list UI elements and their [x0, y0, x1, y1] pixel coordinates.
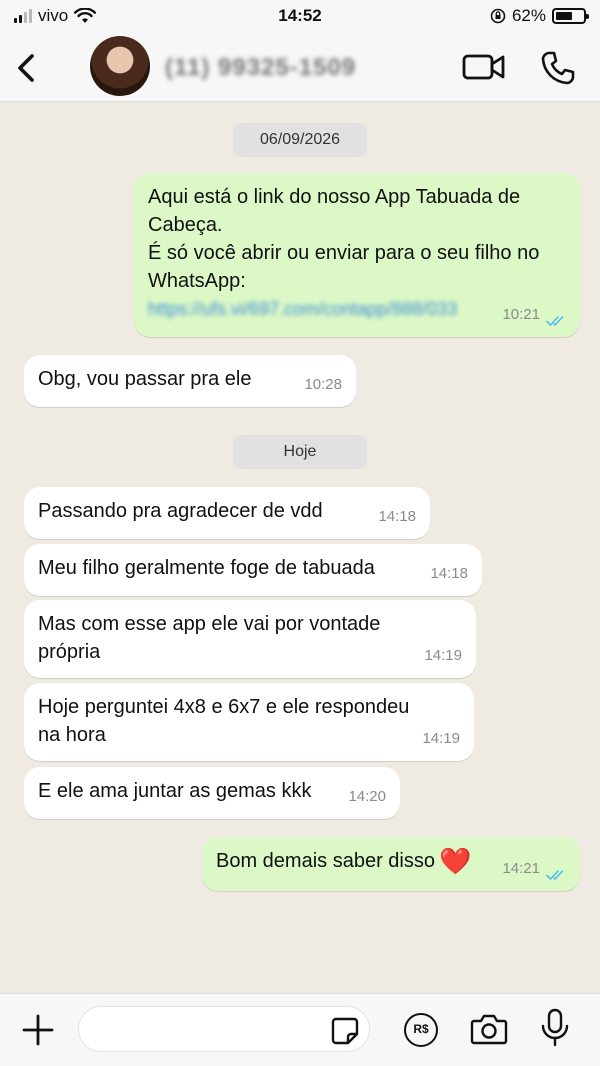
- back-icon[interactable]: [10, 48, 44, 88]
- message-bubble-in[interactable]: Meu filho geralmente foge de tabuada 14:…: [24, 544, 482, 596]
- orientation-lock-icon: [490, 8, 506, 24]
- battery-percent: 62%: [511, 6, 546, 25]
- message-line: Aqui está o link do nosso App Tabuada de: [148, 186, 521, 208]
- message-line: WhatsApp:: [148, 270, 246, 292]
- message-text: Passando pra agradecer de vdd: [38, 500, 323, 522]
- message-bubble-in[interactable]: Obg, vou passar pra ele 10:28: [24, 355, 356, 407]
- plus-icon[interactable]: [22, 1014, 54, 1046]
- message-line: É só você abrir ou enviar para o seu fil…: [148, 242, 540, 264]
- message-text: E ele ama juntar as gemas kkk: [38, 780, 312, 802]
- date-chip: Hoje: [233, 435, 367, 469]
- message-bubble-out[interactable]: Bom demais saber disso ❤️ 14:21: [202, 837, 580, 891]
- heart-emoji: ❤️: [438, 846, 472, 876]
- battery-icon: [552, 8, 589, 24]
- message-text: Meu filho geralmente foge de tabuada: [38, 557, 375, 579]
- read-ticks-icon: [546, 316, 564, 327]
- status-bar: vivo 14:52 62%: [0, 0, 600, 34]
- status-right: 62%: [490, 6, 589, 26]
- message-time: 14:19: [422, 730, 460, 747]
- read-ticks-icon: [546, 870, 564, 881]
- message-text: Bom demais saber disso: [216, 850, 435, 872]
- message-bubble-in[interactable]: Hoje perguntei 4x8 e 6x7 e ele respondeu…: [24, 683, 474, 761]
- message-line: Mas com esse app ele vai por vontade: [38, 613, 381, 635]
- message-line: na hora: [38, 724, 106, 746]
- input-bar: R$: [0, 993, 600, 1066]
- chat-area[interactable]: 06/09/2026 Aqui está o link do nosso App…: [0, 103, 600, 993]
- message-line: Cabeça.: [148, 214, 223, 236]
- video-call-icon[interactable]: [462, 52, 506, 82]
- message-bubble-in[interactable]: E ele ama juntar as gemas kkk 14:20: [24, 767, 400, 819]
- message-line: Hoje perguntei 4x8 e 6x7 e ele respondeu: [38, 696, 410, 718]
- camera-icon[interactable]: [470, 1013, 508, 1045]
- phone-call-icon[interactable]: [540, 50, 576, 86]
- chat-header: (11) 99325-1509: [0, 34, 600, 102]
- message-time: 14:18: [430, 565, 468, 582]
- contact-name[interactable]: (11) 99325-1509: [165, 54, 356, 82]
- microphone-icon[interactable]: [540, 1008, 570, 1048]
- message-time: 14:19: [424, 647, 462, 664]
- message-bubble-out[interactable]: Aqui está o link do nosso App Tabuada de…: [134, 173, 580, 337]
- avatar[interactable]: [90, 36, 150, 96]
- message-time: 14:20: [348, 788, 386, 805]
- message-time: 14:18: [378, 508, 416, 525]
- message-bubble-in[interactable]: Passando pra agradecer de vdd 14:18: [24, 487, 430, 539]
- date-chip: 06/09/2026: [233, 123, 367, 157]
- message-bubble-in[interactable]: Mas com esse app ele vai por vontade pró…: [24, 600, 476, 678]
- message-time: 10:21: [502, 306, 540, 323]
- message-line: própria: [38, 641, 101, 663]
- message-input[interactable]: [78, 1006, 370, 1052]
- sticker-icon[interactable]: [330, 1016, 360, 1046]
- message-time: 14:21: [502, 860, 540, 877]
- message-time: 10:28: [304, 376, 342, 393]
- message-link[interactable]: https://ufs.vi/697.com/contapp/888/033: [148, 295, 457, 323]
- pix-icon[interactable]: R$: [404, 1013, 438, 1047]
- message-text: Obg, vou passar pra ele: [38, 368, 252, 390]
